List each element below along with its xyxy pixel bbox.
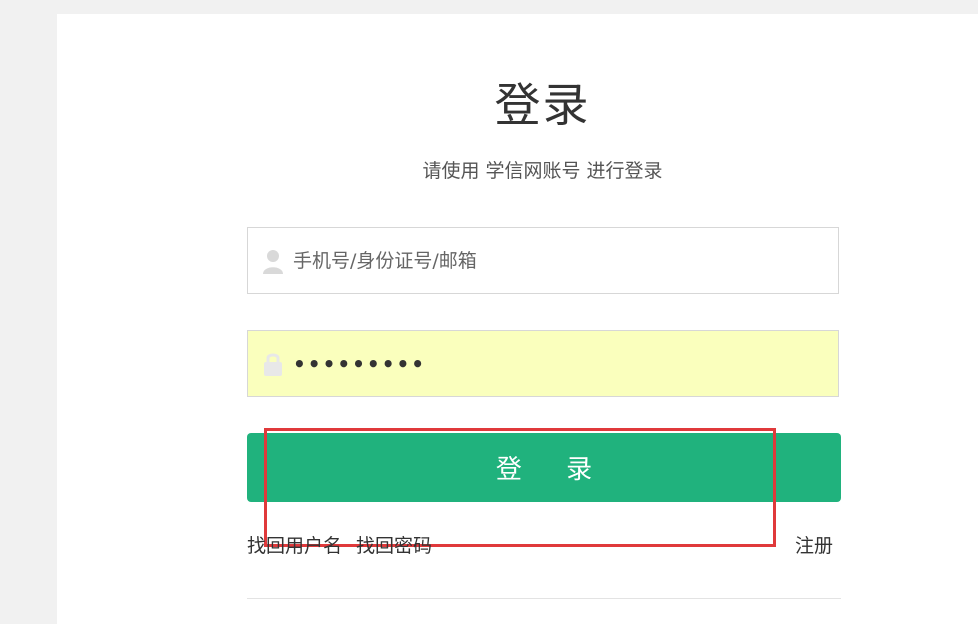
divider <box>247 598 841 599</box>
page-title: 登录 <box>494 78 591 132</box>
password-input[interactable] <box>293 343 813 384</box>
username-input[interactable] <box>293 240 813 281</box>
username-field[interactable] <box>247 227 839 294</box>
page-subtitle: 请使用 学信网账号 进行登录 <box>422 160 663 182</box>
lock-icon <box>261 350 285 378</box>
password-field[interactable] <box>247 330 839 397</box>
forgot-password-link[interactable]: 找回密码 <box>356 535 432 557</box>
forgot-links: 找回用户名 找回密码 <box>247 533 446 559</box>
forgot-username-link[interactable]: 找回用户名 <box>247 535 342 557</box>
login-button[interactable]: 登 录 <box>247 433 841 502</box>
user-icon <box>261 247 285 275</box>
register-link[interactable]: 注册 <box>795 533 833 559</box>
